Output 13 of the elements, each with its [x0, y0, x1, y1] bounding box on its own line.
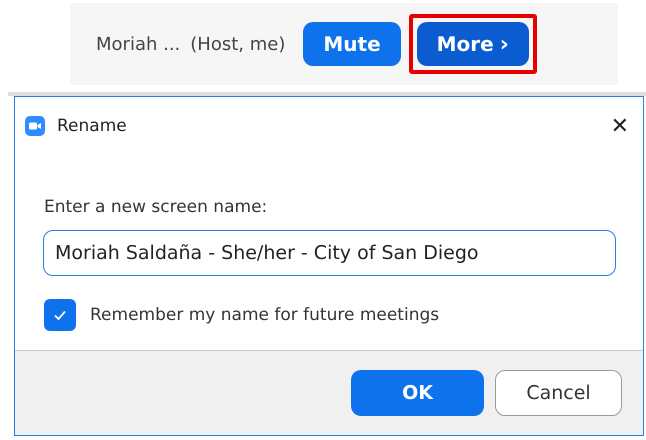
participant-role: (Host, me): [190, 34, 286, 54]
more-button[interactable]: More ›: [416, 22, 529, 66]
close-button[interactable]: ✕: [606, 114, 633, 138]
video-camera-icon: [25, 116, 45, 136]
ok-button[interactable]: OK: [351, 370, 484, 416]
participant-name: Moriah ...: [96, 34, 180, 54]
name-field[interactable]: Moriah Saldaña - She/her - City of San Diego: [43, 230, 616, 276]
remember-label: Remember my name for future meetings: [90, 305, 440, 325]
mute-button[interactable]: Mute: [303, 22, 401, 66]
dialog-title: Rename: [57, 116, 128, 136]
cancel-button[interactable]: Cancel: [495, 370, 622, 416]
prompt-label: Enter a new screen name:: [44, 197, 268, 217]
remember-checkbox[interactable]: [44, 299, 76, 331]
